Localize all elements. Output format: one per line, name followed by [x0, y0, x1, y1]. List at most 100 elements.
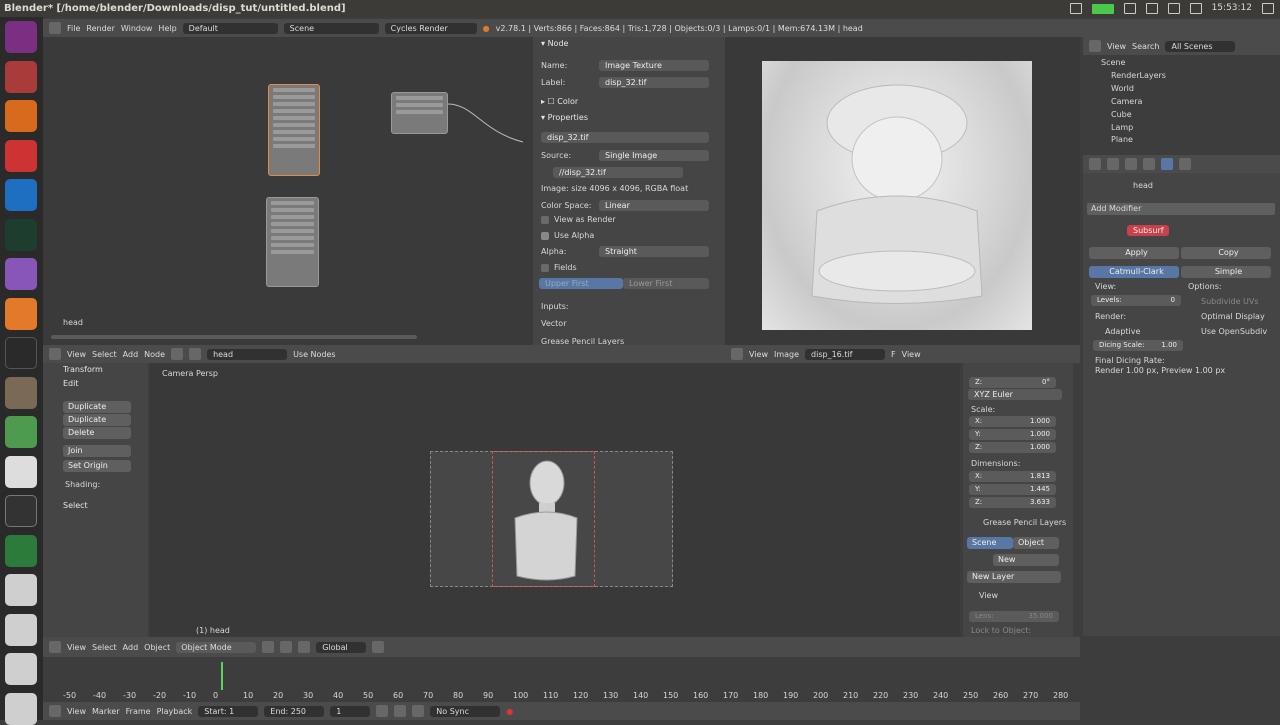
keyboard-icon[interactable] [1145, 3, 1158, 14]
dimension-z-field[interactable]: Z: 3.633 [969, 497, 1056, 508]
jump-start-icon[interactable] [376, 705, 389, 717]
menu-file[interactable]: File [67, 24, 80, 33]
drive-icon[interactable] [5, 653, 37, 685]
menu-image[interactable]: Image [774, 350, 799, 359]
menu-view[interactable]: View [749, 350, 768, 359]
texture-icon[interactable] [189, 348, 202, 360]
rotation-z-field[interactable]: Z: 0° [969, 377, 1056, 388]
outliner-item-lamp[interactable]: Lamp [1111, 123, 1133, 132]
menu-view[interactable]: View [67, 707, 86, 716]
upper-first-toggle[interactable]: Upper First [539, 278, 623, 289]
menu-view[interactable]: View [1107, 42, 1126, 51]
display-mode-dropdown[interactable]: All Scenes [1165, 40, 1236, 52]
duplicate-button[interactable]: Duplicate [63, 401, 131, 413]
properties-panel-header[interactable]: ▾ Properties [533, 111, 715, 125]
system-monitor-icon[interactable] [5, 219, 37, 251]
menu-window[interactable]: Window [121, 24, 153, 33]
editor-type-icon[interactable] [49, 22, 61, 34]
image-datablock-field[interactable]: disp_32.tif [541, 132, 709, 143]
rotation-mode-dropdown[interactable]: XYZ Euler [968, 389, 1062, 400]
fields-checkbox[interactable] [541, 264, 549, 272]
modifier-tab-icon[interactable] [1161, 158, 1173, 170]
duplicate-linked-button[interactable]: Duplicate Linked [63, 414, 131, 436]
outliner-item-plane[interactable]: Plane [1111, 135, 1133, 144]
scale-y-field[interactable]: Y: 1.000 [969, 429, 1056, 440]
use-nodes-toggle[interactable]: Use Nodes [293, 350, 336, 359]
ubuntu-dash-icon[interactable] [5, 21, 37, 53]
menu-node[interactable]: Node [144, 350, 165, 359]
apply-button[interactable]: Apply [1089, 247, 1179, 259]
menu-playback[interactable]: Playback [157, 707, 193, 716]
render-tab-icon[interactable] [1107, 158, 1119, 170]
layers-icon[interactable] [372, 641, 385, 653]
blender-icon[interactable] [5, 298, 37, 330]
horizontal-scrollbar[interactable] [51, 335, 417, 339]
sync-mode-dropdown[interactable]: No Sync [430, 705, 501, 717]
material-tab-icon[interactable] [1179, 158, 1191, 170]
manipulator-icon[interactable] [298, 641, 311, 653]
scene-selector[interactable]: Scene [283, 22, 379, 34]
editor-type-icon[interactable] [731, 348, 743, 360]
inkscape-icon[interactable] [5, 337, 37, 369]
outliner-item-renderlayers[interactable]: RenderLayers [1111, 71, 1166, 80]
copy-button[interactable]: Copy [1181, 247, 1271, 259]
end-frame-field[interactable]: End: 250 [264, 705, 325, 717]
timeline[interactable]: -50 -40 -30 -20 -10 0 10 20 30 40 50 60 70 80 90 100 110… [43, 657, 1080, 702]
menu-view[interactable]: View [67, 350, 86, 359]
network-icon[interactable] [1123, 3, 1136, 14]
jump-end-icon[interactable] [412, 705, 425, 717]
dropbox-icon[interactable] [1069, 3, 1082, 14]
menu-search[interactable]: Search [1132, 42, 1159, 51]
menu-render[interactable]: Render [86, 24, 114, 33]
scene-tab-icon[interactable] [1125, 158, 1137, 170]
outliner-item-scene[interactable]: Scene [1101, 58, 1125, 67]
editor-type-icon[interactable] [49, 348, 61, 360]
dimension-x-field[interactable]: X: 1.813 [969, 471, 1056, 482]
node-name-field[interactable]: Image Texture [599, 60, 709, 71]
volume-icon[interactable] [1189, 3, 1202, 14]
text-editor-icon[interactable] [5, 456, 37, 488]
menu-object[interactable]: Object [144, 643, 170, 652]
play-icon[interactable] [394, 705, 407, 717]
modifier-name-field[interactable]: Subsurf [1127, 225, 1169, 236]
alpha-dropdown[interactable]: Straight [599, 246, 709, 257]
lower-first-toggle[interactable]: Lower First [623, 278, 709, 289]
color-panel-header[interactable]: ▸ ☐ Color [533, 95, 715, 109]
source-dropdown[interactable]: Single Image [599, 150, 709, 161]
drive-icon[interactable] [5, 614, 37, 646]
lens-field[interactable]: Lens: 35.000 [969, 611, 1059, 622]
use-opensubdiv-checkbox[interactable]: Use OpenSubdiv [1201, 327, 1267, 336]
pivot-point-icon[interactable] [280, 641, 293, 653]
render-engine-selector[interactable]: Cycles Render [384, 22, 477, 34]
edit-panel-header[interactable]: Edit [43, 377, 148, 391]
files-icon[interactable] [5, 61, 37, 93]
new-layer-button[interactable]: New Layer [967, 571, 1061, 583]
monitor-icon[interactable] [5, 179, 37, 211]
view-mode-dropdown[interactable]: View [902, 350, 921, 359]
view-panel-header[interactable]: View [979, 591, 998, 600]
scale-x-field[interactable]: X: 1.000 [969, 416, 1056, 427]
mail-icon[interactable] [1167, 3, 1180, 14]
gp-scene-toggle[interactable]: Scene [967, 537, 1013, 549]
gp-new-button[interactable]: New [993, 554, 1059, 566]
menu-add[interactable]: Add [123, 350, 139, 359]
select-panel-header[interactable]: Select [43, 499, 148, 513]
menu-add[interactable]: Add [123, 643, 139, 652]
material-selector[interactable]: head [207, 348, 288, 360]
delete-button[interactable]: Delete [63, 427, 131, 439]
interaction-mode-dropdown[interactable]: Object Mode [176, 641, 257, 653]
editor-type-icon[interactable] [49, 705, 61, 717]
current-frame-field[interactable]: 1 [330, 705, 371, 717]
add-modifier-dropdown[interactable]: Add Modifier [1087, 203, 1275, 215]
transform-orientation-dropdown[interactable]: Global [316, 641, 367, 653]
scale-z-field[interactable]: Z: 1.000 [969, 442, 1056, 453]
menu-help[interactable]: Help [158, 24, 176, 33]
menu-marker[interactable]: Marker [92, 707, 120, 716]
outliner-item-cube[interactable]: Cube [1111, 110, 1132, 119]
image-editor-canvas[interactable] [725, 37, 1080, 345]
editor-type-icon[interactable] [49, 641, 61, 653]
adaptive-checkbox[interactable]: Adaptive [1105, 327, 1140, 336]
firefox-icon[interactable] [5, 100, 37, 132]
gimp-icon[interactable] [5, 377, 37, 409]
clock[interactable]: 15:53:12 [1212, 0, 1252, 17]
